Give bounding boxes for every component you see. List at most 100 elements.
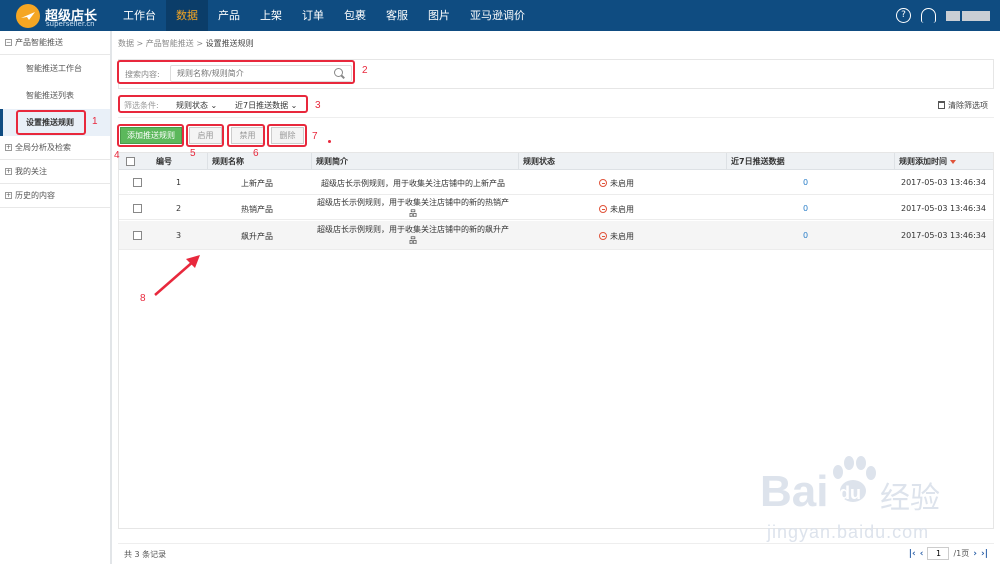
first-page-icon[interactable]: |‹ — [909, 549, 916, 559]
row-7day-push-link[interactable]: 0 — [803, 178, 808, 187]
sidebar-group-label: 全局分析及检索 — [15, 143, 71, 152]
nav-workbench[interactable]: 工作台 — [113, 0, 166, 31]
user-menu[interactable] — [946, 10, 990, 21]
row-checkbox[interactable] — [133, 204, 142, 213]
headset-icon[interactable] — [921, 8, 936, 23]
help-icon[interactable]: ? — [896, 8, 911, 23]
annotation-number-7: 7 — [312, 131, 318, 142]
table-row[interactable]: 3 飙升产品 超级店长示例规则，用于收集关注店铺中的新的飙升产品 未启用 0 2… — [119, 221, 993, 250]
row-rule-desc: 超级店长示例规则，用于收集关注店铺中的新的飙升产品 — [317, 225, 509, 245]
sidebar-item-push-list[interactable]: 智能推送列表 — [0, 82, 110, 109]
table-row[interactable]: 1 上新产品 超级店长示例规则，用于收集关注店铺中的上新产品 未启用 0 201… — [119, 171, 993, 195]
breadcrumb: 数据 > 产品智能推送 > 设置推送规则 — [118, 38, 254, 49]
annotation-number-5: 5 — [190, 148, 196, 159]
row-7day-push-link[interactable]: 0 — [803, 231, 808, 240]
sort-icon[interactable] — [950, 160, 956, 164]
watermark-main-text: Bai — [760, 467, 829, 516]
row-rule-name: 上新产品 — [241, 179, 273, 188]
sidebar-group-global-analysis[interactable]: + 全局分析及检索 — [0, 136, 110, 160]
header-added-time[interactable]: 规则添加时间 — [894, 153, 993, 170]
main-nav: 工作台 数据 产品 上架 订单 包裹 客服 图片 亚马逊调价 — [113, 0, 535, 31]
breadcrumb-path[interactable]: 数据 > 产品智能推送 > — [118, 39, 206, 48]
nav-amazon-repricing[interactable]: 亚马逊调价 — [460, 0, 535, 31]
row-rule-desc: 超级店长示例规则，用于收集关注店铺中的新的热销产品 — [317, 198, 509, 218]
collapse-icon: − — [5, 39, 12, 46]
watermark-chinese-text: 经验 — [880, 482, 940, 515]
annotation-box-4 — [117, 124, 184, 147]
row-status-label: 未启用 — [610, 232, 634, 241]
header-id: 编号 — [156, 157, 172, 166]
clear-filter-label: 清除筛选项 — [948, 101, 988, 110]
annotation-box-1 — [16, 110, 86, 135]
annotation-number-2: 2 — [362, 65, 368, 76]
sidebar-group-my-follows[interactable]: + 我的关注 — [0, 160, 110, 184]
logo-plane-icon — [16, 4, 40, 28]
row-added-time: 2017-05-03 13:46:34 — [901, 204, 986, 213]
last-page-icon[interactable]: ›| — [981, 549, 988, 559]
annotation-number-8: 8 — [140, 293, 146, 304]
baidu-jingyan-watermark: Bai du 经验 jingyan.baidu.com — [745, 455, 975, 550]
header-rule-status: 规则状态 — [518, 153, 725, 170]
record-count: 共 3 条记录 — [124, 550, 167, 559]
disabled-status-icon — [599, 205, 607, 213]
clear-filter-button[interactable]: 清除筛选项 — [938, 100, 988, 111]
row-rule-status: 未启用 — [599, 204, 634, 215]
avatar — [946, 10, 960, 21]
annotation-box-5 — [186, 124, 224, 147]
annotation-arrow-8 — [154, 255, 200, 296]
row-added-time: 2017-05-03 13:46:34 — [901, 231, 986, 240]
sidebar-group-history[interactable]: + 历史的内容 — [0, 184, 110, 208]
table-row[interactable]: 2 热销产品 超级店长示例规则，用于收集关注店铺中的新的热销产品 未启用 0 2… — [119, 196, 993, 220]
nav-orders[interactable]: 订单 — [292, 0, 334, 31]
annotation-number-4: 4 — [114, 150, 120, 161]
row-rule-status: 未启用 — [599, 231, 634, 242]
annotation-box-6 — [227, 124, 265, 147]
select-all-checkbox[interactable] — [126, 157, 135, 166]
row-id: 2 — [176, 204, 182, 213]
annotation-box-7 — [267, 124, 307, 147]
sidebar-group-label: 我的关注 — [15, 167, 47, 176]
nav-listing[interactable]: 上架 — [250, 0, 292, 31]
expand-icon: + — [5, 144, 12, 151]
nav-packages[interactable]: 包裹 — [334, 0, 376, 31]
row-7day-push-link[interactable]: 0 — [803, 204, 808, 213]
row-checkbox[interactable] — [133, 178, 142, 187]
sidebar-group-smart-push[interactable]: − 产品智能推送 — [0, 31, 110, 55]
expand-icon: + — [5, 192, 12, 199]
sidebar-item-push-workbench[interactable]: 智能推送工作台 — [0, 55, 110, 82]
annotation-box-3 — [118, 95, 308, 113]
top-nav-bar: 超级店长 superseller.cn 工作台 数据 产品 上架 订单 包裹 客… — [0, 0, 1000, 31]
top-right-tools: ? — [896, 0, 990, 31]
header-added-time-label: 规则添加时间 — [899, 157, 947, 166]
next-page-icon[interactable]: › — [973, 549, 977, 559]
username-redacted — [962, 10, 990, 21]
disabled-status-icon — [599, 179, 607, 187]
annotation-number-3: 3 — [315, 100, 321, 111]
row-status-label: 未启用 — [610, 179, 634, 188]
row-checkbox[interactable] — [133, 231, 142, 240]
nav-products[interactable]: 产品 — [208, 0, 250, 31]
annotation-number-6: 6 — [253, 148, 259, 159]
nav-data[interactable]: 数据 — [166, 0, 208, 31]
breadcrumb-current: 设置推送规则 — [205, 39, 254, 48]
annotation-dot — [328, 140, 331, 143]
row-id: 3 — [176, 231, 182, 240]
prev-page-icon[interactable]: ‹ — [920, 549, 924, 559]
nav-images[interactable]: 图片 — [418, 0, 460, 31]
logo-subtitle: superseller.cn — [46, 20, 95, 28]
row-added-time: 2017-05-03 13:46:34 — [901, 178, 986, 187]
trash-icon — [938, 101, 945, 109]
row-rule-desc: 超级店长示例规则，用于收集关注店铺中的上新产品 — [321, 179, 505, 188]
row-rule-name: 飙升产品 — [241, 232, 273, 241]
row-status-label: 未启用 — [610, 205, 634, 214]
nav-customer-service[interactable]: 客服 — [376, 0, 418, 31]
table-header: 编号 规则名称 规则简介 规则状态 近7日推送数据 规则添加时间 — [119, 153, 993, 170]
row-id: 1 — [176, 178, 182, 187]
expand-icon: + — [5, 168, 12, 175]
logo[interactable]: 超级店长 superseller.cn — [16, 4, 111, 28]
row-rule-name: 热销产品 — [241, 205, 273, 214]
watermark-url: jingyan.baidu.com — [767, 522, 930, 542]
annotation-box-2 — [117, 60, 355, 84]
header-rule-desc: 规则简介 — [311, 153, 517, 170]
row-rule-status: 未启用 — [599, 178, 634, 189]
